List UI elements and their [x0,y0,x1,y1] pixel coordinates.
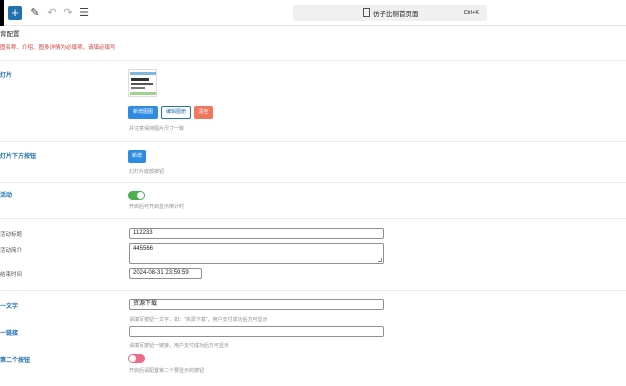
required-notice: 图名称、介绍、图多详情为必填项，请填必填写 [0,45,116,51]
slide-thumbnail[interactable] [128,69,157,97]
resize-handle[interactable] [378,258,382,262]
clear-button[interactable]: 清空 [194,106,213,119]
add-block-button[interactable]: + [8,6,22,20]
editor-toolbar: + ✎ ↶ ↷ ☰ 仿子比侧首页面 Ctrl+K [0,0,626,26]
activity-title-label: 活动标题 [0,232,23,238]
pencil-icon[interactable]: ✎ [28,6,42,20]
command-title: 仿子比侧首页面 [373,11,419,18]
slide-label: 灯片 [0,73,13,79]
activity-title-input[interactable]: 112233 [129,228,384,239]
divider [0,182,626,183]
divider [0,60,626,61]
command-palette[interactable]: 仿子比侧首页面 Ctrl+K [293,5,487,21]
activity-toggle[interactable] [128,191,145,200]
slide-buttons-desc: 幻灯片底部按钮 [129,169,165,175]
shortcut-label: Ctrl+K [463,10,479,16]
end-time-label: 结束时间 [0,272,23,278]
activity-intro-value: 445566 [133,246,154,252]
divider [0,141,626,142]
button2-label: 第二个按钮 [0,358,31,364]
button1-link-input[interactable] [129,326,384,337]
button1-link-label: 一链接 [0,331,19,337]
divider [0,290,626,291]
divider [0,218,626,219]
button1-text-input[interactable]: 资源下载 [129,299,384,310]
undo-icon[interactable]: ↶ [45,6,59,20]
list-view-icon[interactable]: ☰ [77,6,91,20]
button2-toggle[interactable] [128,354,145,363]
slide-buttons-label: 灯片下方按钮 [0,154,37,160]
end-time-input[interactable]: 2024-08-31 23:59:59 [129,268,202,279]
button1-text-desc: 请填写按钮一文字，如："资源下载"，用户支付成功后方可显示 [129,317,268,323]
button2-desc: 开启后请配置第二个要显示的按钮 [129,368,205,374]
document-icon [363,8,370,17]
edit-gallery-button[interactable]: 编辑图册 [161,106,191,119]
activity-intro-label: 活动简介 [0,248,23,254]
activity-desc: 开启后可开启显示倒计时 [129,204,185,210]
slide-desc: 并注意保持图片尺寸一致 [129,126,185,132]
button1-text-label: 一文字 [0,304,19,310]
editor-logo[interactable] [0,0,4,26]
button1-link-desc: 请填写按钮一链接，用户支付成功后方可显示 [129,343,230,349]
activity-intro-textarea[interactable]: 445566 [129,243,384,264]
activity-label: 活动 [0,193,13,199]
add-slide-button[interactable]: 新增 [128,150,146,163]
upload-image-button[interactable]: 新增图图 [128,106,158,119]
redo-icon[interactable]: ↷ [61,6,75,20]
section-title: 背配置 [0,31,20,38]
